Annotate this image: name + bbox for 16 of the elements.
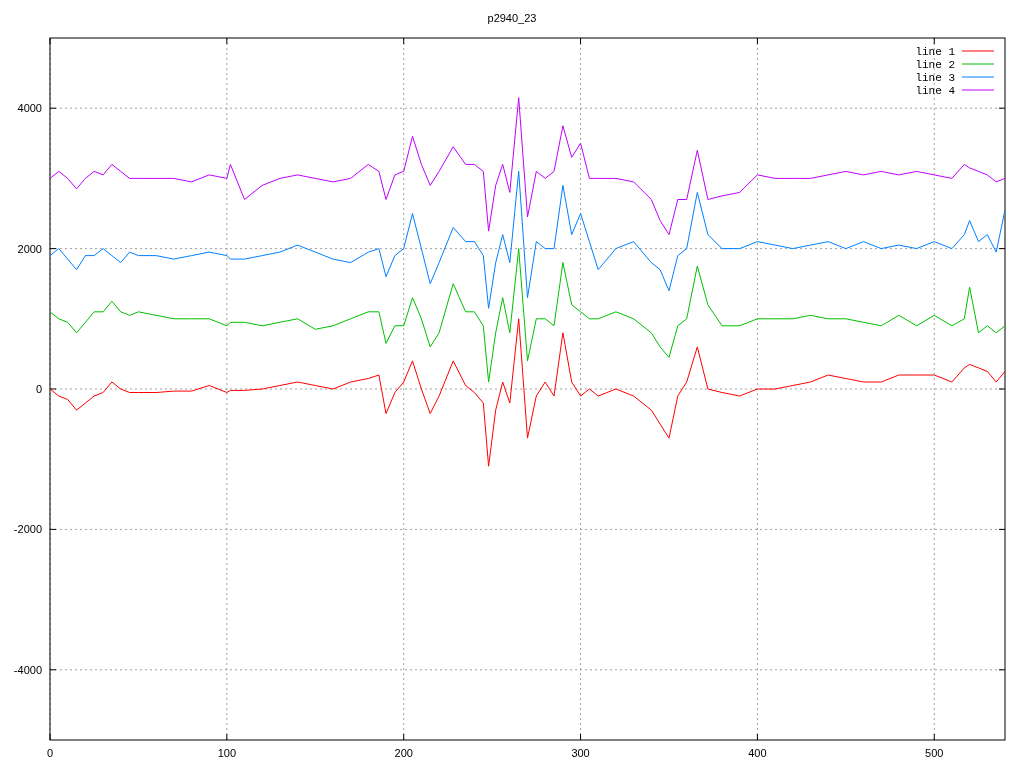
y-tick-label: 4000 bbox=[17, 102, 42, 115]
x-tick-label: 100 bbox=[217, 747, 237, 759]
legend-label: line 3 bbox=[915, 72, 955, 84]
chart-title: p2940_23 bbox=[487, 12, 537, 24]
y-tick-label: -2000 bbox=[13, 523, 42, 536]
x-tick-label: 0 bbox=[46, 747, 54, 759]
x-tick-label: 300 bbox=[571, 747, 590, 759]
legend-label: line 1 bbox=[915, 46, 955, 58]
y-tick-label: -4000 bbox=[13, 663, 42, 676]
x-tick-label: 400 bbox=[748, 747, 767, 759]
y-tick-label: 0 bbox=[35, 383, 42, 395]
legend-label: line 2 bbox=[915, 59, 955, 71]
legend-label: line 4 bbox=[915, 85, 955, 97]
x-tick-label: 200 bbox=[394, 747, 413, 759]
x-tick-label: 500 bbox=[925, 747, 944, 759]
y-tick-label: 2000 bbox=[17, 242, 42, 255]
